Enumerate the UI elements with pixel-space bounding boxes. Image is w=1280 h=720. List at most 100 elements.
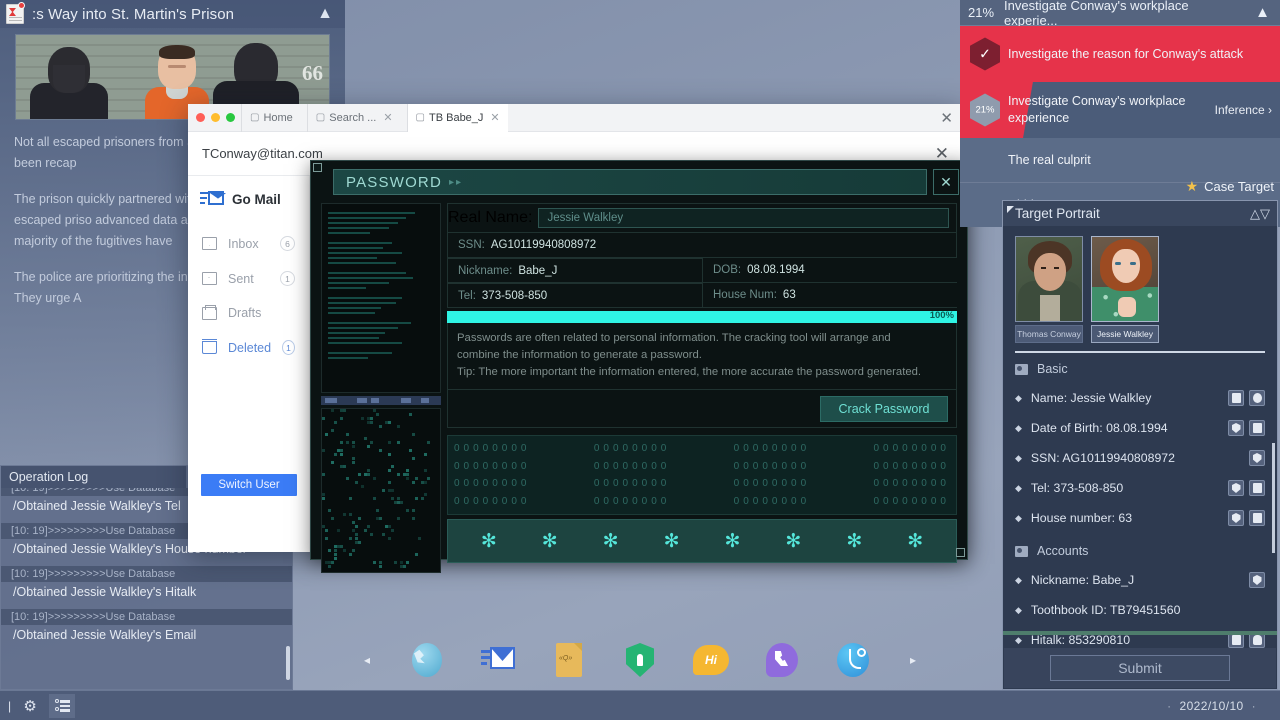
investigation-row-real-culprit[interactable]: The real culprit <box>960 138 1280 182</box>
investigation-row-text: The real culprit <box>1008 152 1091 169</box>
face-card-jessie-walkley[interactable]: Jessie Walkley <box>1091 236 1159 343</box>
browser-tab-home[interactable]: ▢ Home <box>241 104 301 132</box>
hi-icon-label: Hi <box>693 645 729 675</box>
info-row-toothbook-id[interactable]: ◆ Toothbook ID: TB79451560 <box>1015 595 1277 625</box>
window-close-dot-icon[interactable] <box>196 113 205 122</box>
log-entry: [10: 19]>>>>>>>>>Use Database /Obtained … <box>1 566 292 605</box>
doc-chip-icon[interactable] <box>1249 510 1265 526</box>
house-num-value: 63 <box>777 289 796 301</box>
dot-matrix-box <box>321 408 441 573</box>
inference-button[interactable]: Inference › <box>1215 102 1272 119</box>
avatar-thomas-conway <box>1015 236 1083 322</box>
file-icon[interactable] <box>549 640 589 680</box>
hi-icon[interactable]: Hi <box>691 640 731 680</box>
mail-icon[interactable] <box>478 640 518 680</box>
zero-matrix: 00000000 00000000 00000000 00000000 00000000… <box>447 435 957 515</box>
window-maximize-dot-icon[interactable] <box>226 113 235 122</box>
portrait-scrollbar[interactable] <box>1272 443 1275 553</box>
investigation-row-attack-reason[interactable]: Investigate the reason for Conway's atta… <box>960 26 1280 82</box>
phone-icon[interactable] <box>762 640 802 680</box>
dock-prev-arrow-icon[interactable]: ◂ <box>358 653 376 667</box>
shield-chip-icon[interactable] <box>1249 572 1265 588</box>
mail-titlebar: ▢ Home ▢ Search ... ✕ ▢ TB Babe_J ✕ ✕ <box>188 104 963 132</box>
browser-tab-search[interactable]: ▢ Search ... ✕ <box>307 104 401 132</box>
window-resize-handle-bottom-right[interactable] <box>956 548 965 557</box>
zero-group: 00000000 <box>734 478 811 489</box>
face-card-thomas-conway[interactable]: Thomas Conway <box>1015 236 1083 343</box>
window-resize-handle-top-left[interactable] <box>313 163 322 172</box>
section-header-basic: Basic <box>1015 357 1277 383</box>
doc-chip-icon[interactable] <box>1249 420 1265 436</box>
browser-tab-close-icon[interactable]: ✕ <box>490 111 499 124</box>
mail-nav-inbox[interactable]: Inbox 6 <box>188 226 309 261</box>
doc-chip-icon[interactable] <box>1228 390 1244 406</box>
info-row-ssn[interactable]: ◆ SSN: AG10119940808972 <box>1015 443 1277 473</box>
browser-tab-tb-babe-j[interactable]: ▢ TB Babe_J ✕ <box>407 104 508 132</box>
zero-group: 00000000 <box>873 461 950 472</box>
operation-log-scrollbar[interactable] <box>286 646 290 680</box>
tel-housenum-row: Tel: 373-508-850 House Num: 63 <box>447 283 957 308</box>
shield-chip-icon[interactable] <box>1228 510 1244 526</box>
info-row-text: Tel: 373-508-850 <box>1031 481 1123 495</box>
portrait-info-scroll[interactable]: Basic ◆ Name: Jessie Walkley ◆ Date of B… <box>1003 357 1277 675</box>
news-collapse-chevron-up-icon[interactable]: ▲ <box>317 5 333 23</box>
mail-nav-deleted[interactable]: Deleted 1 <box>188 330 309 365</box>
info-row-name[interactable]: ◆ Name: Jessie Walkley <box>1015 383 1277 413</box>
crack-progress-bar: 100% <box>447 311 957 323</box>
star-icon: ★ <box>1186 178 1199 195</box>
mail-window-close-button[interactable]: ✕ <box>940 109 953 127</box>
gear-icon[interactable]: ⚙ <box>17 694 43 718</box>
objective-complete-check-icon <box>970 38 1000 71</box>
mail-nav-drafts[interactable]: Drafts <box>188 296 309 330</box>
target-portrait-header: Target Portrait △▽ <box>1003 201 1277 226</box>
shield-chip-icon[interactable] <box>1228 480 1244 496</box>
mail-nav-sent[interactable]: Sent 1 <box>188 261 309 296</box>
info-row-tel[interactable]: ◆ Tel: 373-508-850 <box>1015 473 1277 503</box>
password-window-body: Real Name: Jessie Walkley SSN: AG1011994… <box>311 203 967 573</box>
zero-row: 00000000 00000000 00000000 00000000 <box>454 478 950 489</box>
shield-chip-icon[interactable] <box>1249 450 1265 466</box>
browser-tab-close-icon[interactable]: ✕ <box>383 111 392 124</box>
ssn-row[interactable]: SSN: AG10119940808972 <box>447 233 957 258</box>
info-row-text: Toothbook ID: TB79451560 <box>1031 603 1181 617</box>
investigation-row-text: Investigate Conway's workplace experienc… <box>1008 93 1215 127</box>
dock-next-arrow-icon[interactable]: ▸ <box>904 653 922 667</box>
crack-password-button[interactable]: Crack Password <box>820 396 948 422</box>
info-row-nickname[interactable]: ◆ Nickname: Babe_J <box>1015 565 1277 595</box>
house-num-row[interactable]: House Num: 63 <box>702 283 957 308</box>
password-window-close-button[interactable]: ✕ <box>933 169 959 195</box>
tel-row[interactable]: Tel: 373-508-850 <box>447 283 702 308</box>
bullet-icon: ◆ <box>1015 575 1022 586</box>
submit-button[interactable]: Submit <box>1050 655 1230 681</box>
hook-icon[interactable] <box>833 640 873 680</box>
investigation-header[interactable]: 21% Investigate Conway's workplace exper… <box>960 0 1280 26</box>
list-icon[interactable] <box>49 694 75 718</box>
zero-row: 00000000 00000000 00000000 00000000 <box>454 461 950 472</box>
face-label: Jessie Walkley <box>1091 325 1159 343</box>
dob-row[interactable]: DOB: 08.08.1994 <box>702 258 957 283</box>
news-photo-number: 66 <box>302 61 323 86</box>
dob-label: DOB: <box>703 264 741 276</box>
zero-group: 00000000 <box>594 443 671 454</box>
doc-chip-icon[interactable] <box>1249 480 1265 496</box>
info-row-dob[interactable]: ◆ Date of Birth: 08.08.1994 <box>1015 413 1277 443</box>
browser-icon[interactable] <box>407 640 447 680</box>
shield-chip-icon[interactable] <box>1228 420 1244 436</box>
info-row-house-number[interactable]: ◆ House number: 63 <box>1015 503 1277 533</box>
nickname-row[interactable]: Nickname: Babe_J <box>447 258 702 283</box>
portrait-section-separator <box>1003 631 1277 635</box>
password-star: ✻ <box>542 530 558 553</box>
real-name-input[interactable]: Jessie Walkley <box>538 208 949 228</box>
switch-user-button[interactable]: Switch User <box>201 474 297 496</box>
window-minimize-dot-icon[interactable] <box>211 113 220 122</box>
password-star: ✻ <box>785 530 801 553</box>
investigation-row-workplace[interactable]: 21% Investigate Conway's workplace exper… <box>960 82 1280 138</box>
investigation-collapse-chevron-up-icon[interactable]: ▲ <box>1255 4 1270 21</box>
date-dot-left: · <box>1167 699 1171 713</box>
section-title: Accounts <box>1037 544 1088 558</box>
globe-chip-icon[interactable] <box>1249 390 1265 406</box>
mail-sidebar: Go Mail Inbox 6 Sent 1 Drafts Deleted 1 <box>188 176 310 552</box>
expand-icon[interactable]: △▽ <box>1250 206 1270 222</box>
shield-icon[interactable] <box>620 640 660 680</box>
envelope-icon <box>202 237 217 250</box>
